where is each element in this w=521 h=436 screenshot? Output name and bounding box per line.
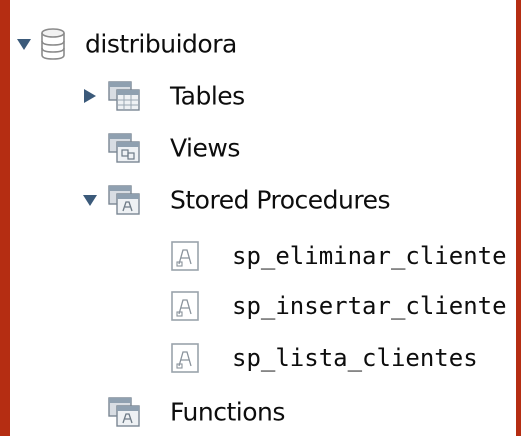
tree-row-procedure[interactable]: sp_lista_clientes [10,336,516,380]
tree-row-schema[interactable]: distribuidora [10,22,516,66]
slide-background: distribuidora Tables Views Stored Proced… [0,0,521,436]
tree-row-stored-procedures[interactable]: Stored Procedures [10,178,516,222]
procedure-label: sp_insertar_cliente [232,292,507,320]
folder-label-views: Views [170,133,240,163]
expand-arrow-right-icon[interactable] [82,88,98,104]
schema-label: distribuidora [85,29,237,59]
procedure-label: sp_eliminar_cliente [232,242,507,270]
expand-arrow-down-icon[interactable] [82,192,98,208]
folder-label-tables: Tables [170,81,245,111]
database-icon [41,28,65,60]
tree-row-procedure[interactable]: sp_eliminar_cliente [10,234,516,278]
procedure-label: sp_lista_clientes [232,344,478,372]
navigator-tree: distribuidora Tables Views Stored Proced… [10,0,516,436]
tree-row-views[interactable]: Views [10,126,516,170]
tree-row-tables[interactable]: Tables [10,74,516,118]
stored-procedure-icon [171,241,199,271]
tree-row-procedure[interactable]: sp_insertar_cliente [10,284,516,328]
folder-label-stored-procedures: Stored Procedures [170,185,391,215]
stored-procedure-icon [171,343,199,373]
stored-procedure-icon [171,291,199,321]
tree-row-functions[interactable]: Functions [10,390,516,434]
expand-arrow-down-icon[interactable] [16,36,32,52]
views-folder-icon [108,133,140,163]
functions-folder-icon [108,397,140,427]
tables-folder-icon [108,81,140,111]
folder-label-functions: Functions [170,397,285,427]
procedures-folder-icon [108,185,140,215]
